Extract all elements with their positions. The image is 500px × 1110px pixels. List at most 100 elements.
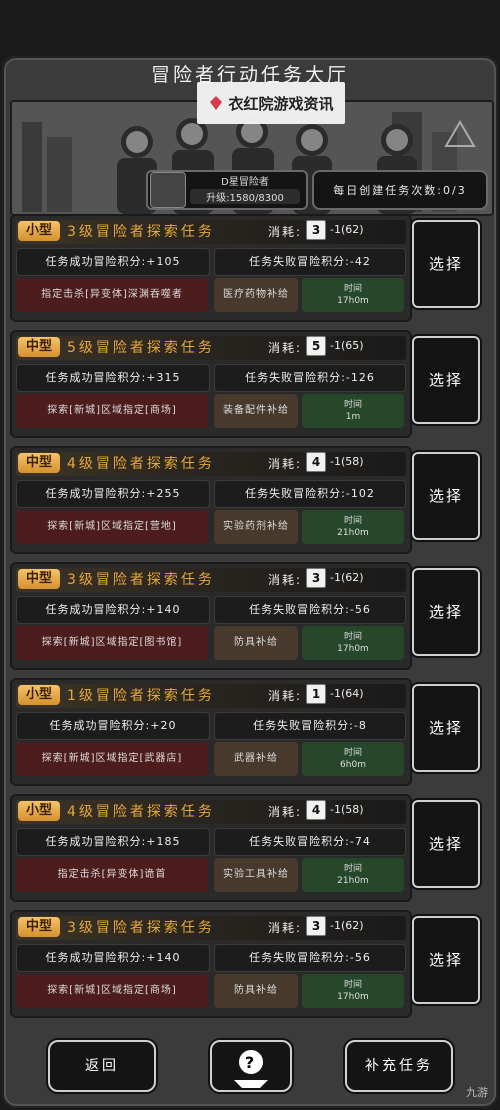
fail-points: 任务失败冒险积分:-126 bbox=[214, 364, 406, 392]
time-value: 17h0m bbox=[337, 296, 369, 306]
cost-label: 消耗: bbox=[268, 225, 303, 239]
task-objective: 探索[新城]区域指定[商场] bbox=[16, 974, 208, 1008]
task-reward: 防具补给 bbox=[214, 626, 298, 660]
select-task-button[interactable]: 选择 bbox=[412, 916, 480, 1004]
task-reward: 医疗药物补给 bbox=[214, 278, 298, 312]
success-points: 任务成功冒险积分:+255 bbox=[16, 480, 210, 508]
select-task-button[interactable]: 选择 bbox=[412, 684, 480, 772]
task-time: 时间 21h0m bbox=[302, 510, 404, 544]
task-size-badge: 小型 bbox=[18, 221, 60, 241]
dice-icon: 3 bbox=[306, 220, 326, 240]
fail-points: 任务失败冒险积分:-74 bbox=[214, 828, 406, 856]
back-button[interactable]: 返回 bbox=[48, 1040, 156, 1092]
task-reward: 武器补给 bbox=[214, 742, 298, 776]
task-objective: 探索[新城]区域指定[武器店] bbox=[16, 742, 208, 776]
task-name: 4级冒险者探索任务 bbox=[67, 456, 215, 472]
fail-points: 任务失败冒险积分:-56 bbox=[214, 596, 406, 624]
task-size-badge: 中型 bbox=[18, 337, 60, 357]
footer-logo: 九游 bbox=[466, 1086, 488, 1099]
task-time: 时间 17h0m bbox=[302, 278, 404, 312]
cost-value: -1(62) bbox=[330, 223, 364, 236]
task-size-badge: 中型 bbox=[18, 917, 60, 937]
replenish-task-button[interactable]: 补充任务 bbox=[345, 1040, 453, 1092]
cost-value: -1(62) bbox=[330, 571, 364, 584]
question-icon: ? bbox=[234, 1050, 268, 1088]
svg-text:?: ? bbox=[245, 1053, 257, 1072]
task-reward: 装备配件补给 bbox=[214, 394, 298, 428]
time-label: 时间 bbox=[343, 864, 362, 874]
time-label: 时间 bbox=[343, 748, 362, 758]
dice-icon: 3 bbox=[306, 916, 326, 936]
time-label: 时间 bbox=[343, 516, 362, 526]
watermark: 衣红院游戏资讯 bbox=[197, 82, 345, 124]
help-button[interactable]: ? bbox=[210, 1040, 292, 1092]
cost-label: 消耗: bbox=[268, 805, 303, 819]
time-label: 时间 bbox=[343, 632, 362, 642]
task-card: 中型 5级冒险者探索任务 消耗: 5 -1(65) 任务成功冒险积分:+315 … bbox=[10, 330, 412, 438]
select-task-button[interactable]: 选择 bbox=[412, 220, 480, 308]
time-label: 时间 bbox=[343, 400, 362, 410]
task-time: 时间 1m bbox=[302, 394, 404, 428]
cost-value: -1(65) bbox=[330, 339, 364, 352]
dice-icon: 5 bbox=[306, 336, 326, 356]
fail-points: 任务失败冒险积分:-42 bbox=[214, 248, 406, 276]
dice-icon: 4 bbox=[306, 800, 326, 820]
cost-label: 消耗: bbox=[268, 921, 303, 935]
task-name: 3级冒险者探索任务 bbox=[67, 572, 215, 588]
time-label: 时间 bbox=[343, 980, 362, 990]
dice-icon: 4 bbox=[306, 452, 326, 472]
task-objective: 探索[新城]区域指定[营地] bbox=[16, 510, 208, 544]
success-points: 任务成功冒险积分:+140 bbox=[16, 944, 210, 972]
task-reward: 实验工具补给 bbox=[214, 858, 298, 892]
cost-value: -1(62) bbox=[330, 919, 364, 932]
task-time: 时间 17h0m bbox=[302, 974, 404, 1008]
time-value: 1m bbox=[345, 412, 361, 422]
time-value: 21h0m bbox=[337, 876, 369, 886]
task-card: 中型 3级冒险者探索任务 消耗: 3 -1(62) 任务成功冒险积分:+140 … bbox=[10, 910, 412, 1018]
dice-icon: 1 bbox=[306, 684, 326, 704]
cost-value: -1(58) bbox=[330, 803, 364, 816]
success-points: 任务成功冒险积分:+105 bbox=[16, 248, 210, 276]
task-time: 时间 21h0m bbox=[302, 858, 404, 892]
time-value: 17h0m bbox=[337, 644, 369, 654]
task-card: 中型 3级冒险者探索任务 消耗: 3 -1(62) 任务成功冒险积分:+140 … bbox=[10, 562, 412, 670]
task-objective: 探索[新城]区域指定[图书馆] bbox=[16, 626, 208, 660]
task-card: 中型 4级冒险者探索任务 消耗: 4 -1(58) 任务成功冒险积分:+255 … bbox=[10, 446, 412, 554]
cost-label: 消耗: bbox=[268, 573, 303, 587]
time-value: 6h0m bbox=[340, 760, 366, 770]
time-label: 时间 bbox=[343, 284, 362, 294]
task-reward: 实验药剂补给 bbox=[214, 510, 298, 544]
cost-label: 消耗: bbox=[268, 341, 303, 355]
daily-task-count: 每日创建任务次数:0/3 bbox=[312, 170, 488, 210]
task-size-badge: 小型 bbox=[18, 685, 60, 705]
time-value: 17h0m bbox=[337, 992, 369, 1002]
task-name: 5级冒险者探索任务 bbox=[67, 340, 215, 356]
task-objective: 指定击杀[异变体]深渊吞噬者 bbox=[16, 278, 208, 312]
task-card: 小型 4级冒险者探索任务 消耗: 4 -1(58) 任务成功冒险积分:+185 … bbox=[10, 794, 412, 902]
task-name: 1级冒险者探索任务 bbox=[67, 688, 215, 704]
success-points: 任务成功冒险积分:+20 bbox=[16, 712, 210, 740]
select-task-button[interactable]: 选择 bbox=[412, 800, 480, 888]
select-task-button[interactable]: 选择 bbox=[412, 452, 480, 540]
fail-points: 任务失败冒险积分:-8 bbox=[214, 712, 406, 740]
task-size-badge: 中型 bbox=[18, 453, 60, 473]
rank-title: D星冒险者 bbox=[221, 177, 269, 188]
task-objective: 指定击杀[异变体]诡首 bbox=[16, 858, 208, 892]
task-name: 3级冒险者探索任务 bbox=[67, 224, 215, 240]
task-name: 4级冒险者探索任务 bbox=[67, 804, 215, 820]
kite-icon bbox=[210, 96, 223, 110]
success-points: 任务成功冒险积分:+140 bbox=[16, 596, 210, 624]
task-reward: 防具补给 bbox=[214, 974, 298, 1008]
success-points: 任务成功冒险积分:+185 bbox=[16, 828, 210, 856]
dice-icon: 3 bbox=[306, 568, 326, 588]
task-card: 小型 3级冒险者探索任务 消耗: 3 -1(62) 任务成功冒险积分:+105 … bbox=[10, 214, 412, 322]
cost-label: 消耗: bbox=[268, 457, 303, 471]
task-time: 时间 17h0m bbox=[302, 626, 404, 660]
select-task-button[interactable]: 选择 bbox=[412, 336, 480, 424]
task-size-badge: 中型 bbox=[18, 569, 60, 589]
task-size-badge: 小型 bbox=[18, 801, 60, 821]
select-task-button[interactable]: 选择 bbox=[412, 568, 480, 656]
success-points: 任务成功冒险积分:+315 bbox=[16, 364, 210, 392]
fail-points: 任务失败冒险积分:-102 bbox=[214, 480, 406, 508]
watermark-text: 衣红院游戏资讯 bbox=[228, 94, 334, 113]
